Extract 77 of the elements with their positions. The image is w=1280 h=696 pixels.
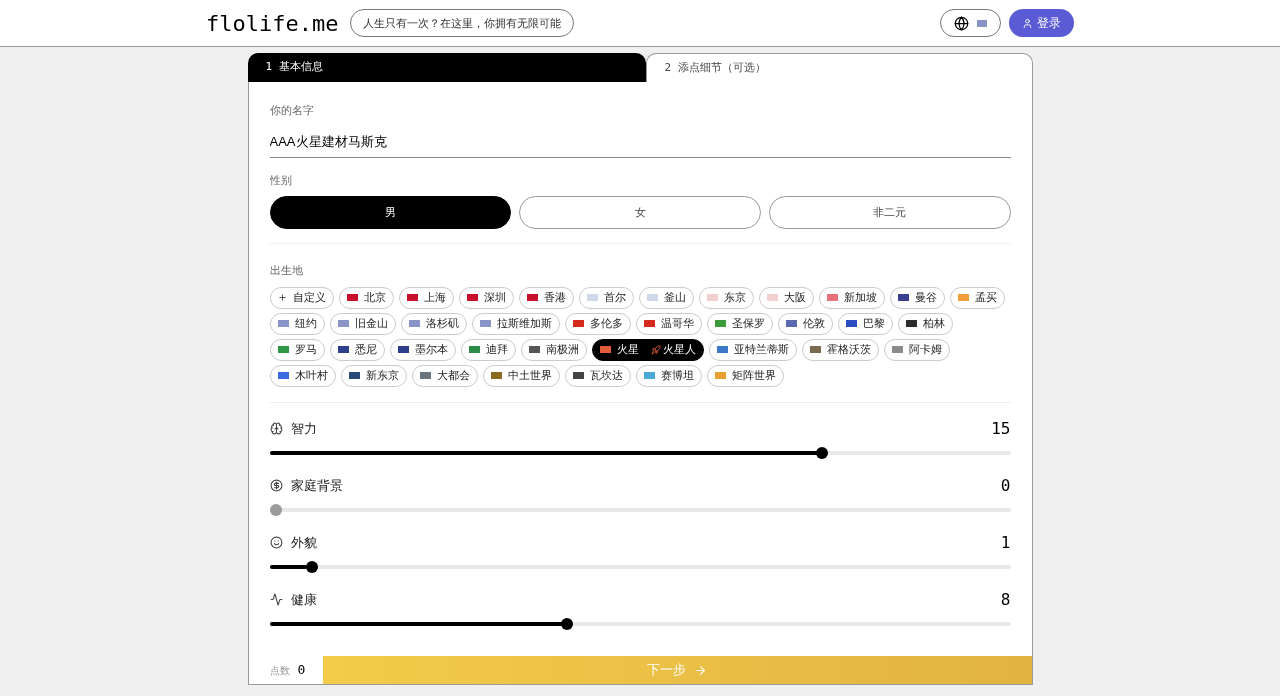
plus-icon xyxy=(277,293,287,302)
login-button[interactable]: 登录 xyxy=(1009,9,1074,37)
place-chip[interactable]: 霍格沃茨 xyxy=(801,338,879,361)
place-chip[interactable]: 柏林 xyxy=(897,312,953,335)
place-chip[interactable]: 赛博坦 xyxy=(635,364,702,387)
place-chip[interactable]: 瓦坎达 xyxy=(564,364,631,387)
place-chip[interactable]: 罗马 xyxy=(269,338,325,361)
place-chip[interactable]: 北京 xyxy=(338,286,394,309)
slider-thumb[interactable] xyxy=(305,560,318,573)
place-chip[interactable]: 新加坡 xyxy=(818,286,885,309)
arrow-right-icon xyxy=(694,663,707,677)
place-chip[interactable]: 火星 火星人 xyxy=(591,338,704,361)
attribute-value: 8 xyxy=(1000,588,1011,611)
user-icon xyxy=(1022,17,1033,29)
attribute-label: 外貌 xyxy=(290,533,317,552)
field-label: 出生地 xyxy=(269,263,304,278)
place-chip[interactable]: 多伦多 xyxy=(564,312,631,335)
place-chip[interactable]: 巴黎 xyxy=(837,312,893,335)
place-chip[interactable]: 阿卡姆 xyxy=(883,338,950,361)
place-chip[interactable]: 亚特兰蒂斯 xyxy=(708,338,797,361)
place-chip[interactable]: 自定义 xyxy=(269,286,334,309)
step-tab[interactable]: 2 添点细节（可选） xyxy=(645,53,1033,82)
place-chip[interactable]: 东京 xyxy=(698,286,754,309)
step-tab[interactable]: 1 基本信息 xyxy=(247,53,646,82)
attribute-value: 0 xyxy=(1000,474,1011,497)
gender-option[interactable]: 男 xyxy=(269,196,512,229)
place-chip[interactable]: 温哥华 xyxy=(635,312,702,335)
gender-option[interactable]: 非二元 xyxy=(768,196,1011,229)
place-chip[interactable]: 曼谷 xyxy=(889,286,945,309)
slider[interactable] xyxy=(269,503,1011,516)
place-chip[interactable]: 旧金山 xyxy=(329,312,396,335)
attribute-value: 15 xyxy=(991,417,1011,440)
globe-icon xyxy=(954,15,969,31)
name-input[interactable]: AAA火星建材马斯克 xyxy=(269,127,1011,158)
place-chip[interactable]: 矩阵世界 xyxy=(706,364,784,387)
field-label: 你的名字 xyxy=(269,103,315,118)
slider-thumb[interactable] xyxy=(269,503,282,516)
place-chip[interactable]: 孟买 xyxy=(949,286,1005,309)
place-chip[interactable]: 悉尼 xyxy=(329,338,385,361)
place-chip[interactable]: 南极洲 xyxy=(520,338,587,361)
place-chip[interactable]: 深圳 xyxy=(458,286,514,309)
place-chip[interactable]: 香港 xyxy=(518,286,574,309)
rocket-icon xyxy=(650,344,661,355)
logo[interactable]: flolife.me xyxy=(206,6,339,40)
place-chip[interactable]: 墨尔本 xyxy=(389,338,456,361)
place-chip[interactable]: 洛杉矶 xyxy=(400,312,467,335)
health-icon xyxy=(269,593,283,606)
gender-option[interactable]: 女 xyxy=(519,196,761,229)
coin-icon xyxy=(269,479,283,492)
attribute-label: 健康 xyxy=(290,590,317,609)
slider[interactable] xyxy=(269,446,1011,459)
flag-icon xyxy=(977,19,987,27)
place-chip[interactable]: 上海 xyxy=(398,286,454,309)
place-chip[interactable]: 中土世界 xyxy=(482,364,560,387)
place-chip[interactable]: 迪拜 xyxy=(460,338,516,361)
place-chip[interactable]: 木叶村 xyxy=(269,364,336,387)
place-chip[interactable]: 大阪 xyxy=(758,286,814,309)
field-label: 性别 xyxy=(269,172,293,188)
brain-icon xyxy=(269,422,283,435)
face-icon xyxy=(269,536,283,549)
slider-thumb[interactable] xyxy=(561,617,574,630)
slider[interactable] xyxy=(269,617,1011,630)
place-chip[interactable]: 新东京 xyxy=(340,364,407,387)
place-chip[interactable]: 拉斯维加斯 xyxy=(471,312,560,335)
points-label: 点数 xyxy=(269,663,290,678)
attribute-label: 家庭背景 xyxy=(290,476,343,495)
attribute-label: 智力 xyxy=(290,419,317,438)
attribute-value: 1 xyxy=(1000,531,1011,554)
points-value: 0 xyxy=(297,661,306,680)
place-chip[interactable]: 圣保罗 xyxy=(706,312,773,335)
place-chip[interactable]: 釜山 xyxy=(638,286,694,309)
place-chip[interactable]: 首尔 xyxy=(578,286,634,309)
slider[interactable] xyxy=(269,560,1011,573)
place-chip[interactable]: 伦敦 xyxy=(777,312,833,335)
place-chip[interactable]: 大都会 xyxy=(411,364,478,387)
place-chip[interactable]: 纽约 xyxy=(269,312,325,335)
slider-thumb[interactable] xyxy=(816,446,829,459)
